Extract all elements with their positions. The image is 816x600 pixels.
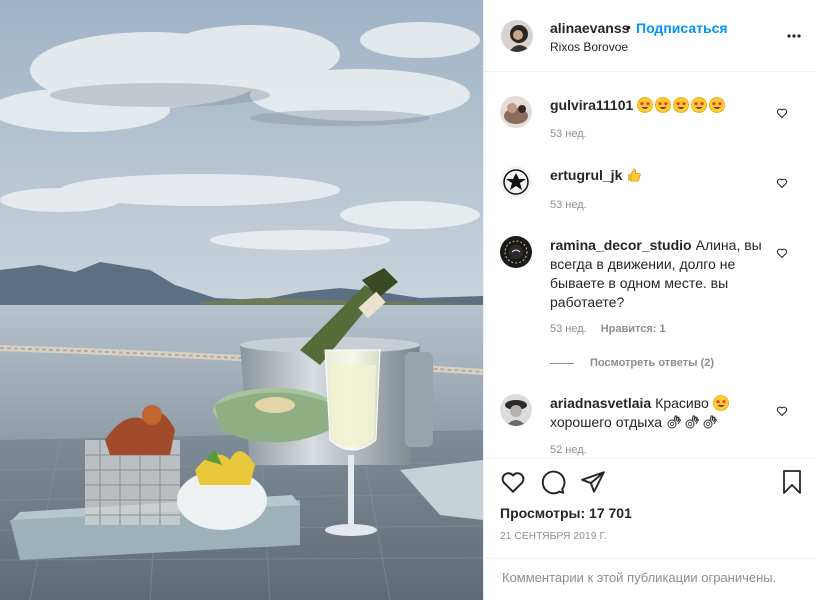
- comments-list[interactable]: gulvira11101 53 нед. ertugrul_jk 53 нед.: [484, 72, 816, 458]
- view-replies-button[interactable]: Посмотреть ответы (2): [550, 357, 714, 369]
- like-comment-heart-icon[interactable]: [776, 176, 788, 194]
- post-date[interactable]: 21 СЕНТЯБРЯ 2019 Г.: [500, 531, 607, 542]
- star-struck-emoji: [637, 97, 654, 113]
- follow-button[interactable]: Подписаться: [636, 20, 728, 36]
- commenter-avatar[interactable]: [500, 236, 532, 268]
- like-comment-heart-icon[interactable]: [776, 106, 788, 124]
- thumbs-up-emoji: [626, 167, 642, 183]
- comment-text: gulvira11101: [550, 96, 772, 115]
- author-username[interactable]: alinaevanss: [550, 20, 629, 36]
- post-location[interactable]: Rixos Borovoe: [550, 40, 628, 54]
- star-struck-emoji: [673, 97, 690, 113]
- header-separator: •: [626, 19, 631, 35]
- post-header: alinaevanss • Подписаться Rixos Borovoe: [484, 0, 816, 72]
- star-struck-emoji: [691, 97, 708, 113]
- post-media[interactable]: [0, 0, 483, 600]
- comment-time[interactable]: 53 нед.: [550, 323, 587, 335]
- commenter-avatar[interactable]: [500, 96, 532, 128]
- share-icon[interactable]: [580, 469, 606, 500]
- comment-likes[interactable]: Нравится: 1: [601, 323, 666, 335]
- comment-username[interactable]: ramina_decor_studio: [550, 237, 692, 253]
- ok-hand-emoji-row: [666, 414, 720, 430]
- bookmark-icon[interactable]: [780, 469, 804, 500]
- post-photo: [0, 0, 483, 600]
- ok-hand-emoji: [666, 414, 682, 430]
- comment-username[interactable]: ariadnasvetlaia: [550, 395, 651, 411]
- star-struck-emoji-row: [637, 97, 727, 113]
- star-struck-emoji: [712, 395, 729, 411]
- like-comment-heart-icon[interactable]: [776, 246, 788, 264]
- author-avatar[interactable]: [501, 20, 533, 52]
- more-options-icon[interactable]: [786, 28, 802, 49]
- comment-text: ariadnasvetlaia Красиво хорошего отдыха: [550, 394, 772, 432]
- comment-icon[interactable]: [540, 469, 566, 500]
- comment-time[interactable]: 52 нед.: [550, 444, 587, 456]
- replies-divider: [550, 362, 574, 364]
- post-actions: Просмотры: 17 701 21 СЕНТЯБРЯ 2019 Г.: [484, 458, 816, 558]
- ok-hand-emoji: [684, 414, 700, 430]
- star-struck-emoji-row: [712, 395, 731, 411]
- star-struck-emoji: [655, 97, 672, 113]
- comment-time[interactable]: 53 нед.: [550, 128, 587, 140]
- like-comment-heart-icon[interactable]: [776, 404, 788, 422]
- view-replies-label: Посмотреть ответы (2): [590, 357, 715, 369]
- post-panel: alinaevanss • Подписаться Rixos Borovoe: [483, 0, 816, 600]
- comment-username[interactable]: ertugrul_jk: [550, 167, 622, 183]
- comment-text: ramina_decor_studio Алина, вы всегда в дв…: [550, 236, 772, 312]
- commenter-avatar[interactable]: [500, 394, 532, 426]
- comments-limited-notice: Комментарии к этой публикации ограничены…: [484, 558, 816, 600]
- heart-icon[interactable]: [500, 469, 526, 500]
- comment-time[interactable]: 53 нед.: [550, 199, 587, 211]
- ok-hand-emoji: [702, 414, 718, 430]
- commenter-avatar[interactable]: [500, 166, 532, 198]
- comment-text: ertugrul_jk: [550, 166, 772, 185]
- comment-body-line-2: хорошего отдыха: [550, 414, 662, 430]
- comment-body: Красиво: [655, 395, 709, 411]
- comment-meta: 53 нед. Нравится: 1: [550, 323, 666, 335]
- thumbs-up-emoji-row: [626, 167, 644, 183]
- comment-username[interactable]: gulvira11101: [550, 97, 633, 113]
- views-count[interactable]: Просмотры: 17 701: [500, 505, 632, 521]
- star-struck-emoji: [709, 97, 726, 113]
